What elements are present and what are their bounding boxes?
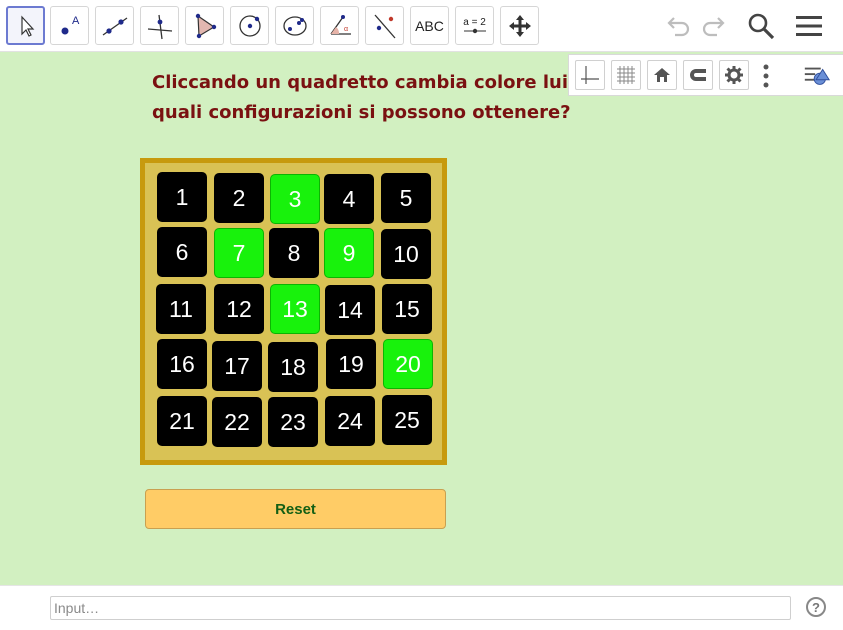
tile-22[interactable]: 22	[212, 397, 262, 447]
polygon-tool[interactable]	[185, 6, 224, 45]
angle-tool[interactable]: α	[320, 6, 359, 45]
point-tool[interactable]: A	[50, 6, 89, 45]
reset-button[interactable]: Reset	[145, 489, 446, 529]
tile-9[interactable]: 9	[324, 228, 374, 278]
input-field[interactable]: Input…	[50, 596, 791, 620]
tile-1[interactable]: 1	[157, 172, 207, 222]
slider-tool-label: a = 2	[463, 17, 486, 28]
slider-tool[interactable]: a = 2	[455, 6, 494, 45]
tile-8[interactable]: 8	[269, 228, 319, 278]
slider-icon	[463, 28, 486, 34]
point-icon: A	[61, 15, 80, 34]
help-icon[interactable]: ?	[806, 597, 826, 617]
perpendicular-line-icon	[147, 14, 172, 39]
svg-text:A: A	[72, 15, 80, 27]
axes-icon	[581, 66, 599, 84]
tile-21[interactable]: 21	[157, 396, 207, 446]
pointer-arrow-icon	[20, 14, 34, 37]
tile-12[interactable]: 12	[214, 284, 264, 334]
line-tool[interactable]	[95, 6, 134, 45]
tile-4[interactable]: 4	[324, 174, 374, 224]
tile-5[interactable]: 5	[381, 173, 431, 223]
tile-14[interactable]: 14	[325, 285, 375, 335]
input-bar: Input… ?	[0, 585, 843, 630]
tile-17[interactable]: 17	[212, 341, 262, 391]
standard-view-button[interactable]	[647, 60, 677, 90]
tile-board: 1 2 3 4 5 6 7 8 9 10 11 12 13 14 15 16 17 18 19 20 21 22 23 24 2…	[140, 158, 447, 465]
angle-icon: α	[329, 14, 351, 35]
undo-icon[interactable]	[662, 10, 694, 42]
circle-with-center-icon	[238, 14, 261, 37]
toolbar: A α ABC a = 2	[0, 0, 843, 52]
tile-13[interactable]: 13	[270, 284, 320, 334]
reflect-line-icon	[374, 14, 395, 38]
redo-icon[interactable]	[698, 10, 730, 42]
perpendicular-line-tool[interactable]	[140, 6, 179, 45]
graphics-style-bar	[568, 54, 843, 96]
tile-11[interactable]: 11	[156, 284, 206, 334]
question-line-2: quali configurazioni si possono ottenere…	[152, 102, 571, 123]
menu-icon[interactable]	[793, 10, 825, 42]
grid-icon	[617, 66, 635, 84]
tile-15[interactable]: 15	[382, 284, 432, 334]
tile-18[interactable]: 18	[268, 342, 318, 392]
grid-toggle-button[interactable]	[611, 60, 641, 90]
toggle-style-bar-icon[interactable]	[801, 60, 833, 92]
question-line-1: Cliccando un quadretto cambia colore lui…	[152, 72, 572, 93]
ellipse-icon	[282, 15, 307, 36]
text-tool-label: ABC	[415, 17, 444, 34]
tile-23[interactable]: 23	[268, 397, 318, 447]
home-icon	[654, 68, 670, 82]
circle-tool[interactable]	[230, 6, 269, 45]
axes-toggle-button[interactable]	[575, 60, 605, 90]
tile-24[interactable]: 24	[325, 396, 375, 446]
search-icon[interactable]	[745, 10, 777, 42]
reflect-tool[interactable]	[365, 6, 404, 45]
tile-10[interactable]: 10	[381, 229, 431, 279]
tile-3[interactable]: 3	[270, 174, 320, 224]
tile-16[interactable]: 16	[157, 339, 207, 389]
move-tool[interactable]	[6, 6, 45, 45]
text-tool[interactable]: ABC	[410, 6, 449, 45]
tile-7[interactable]: 7	[214, 228, 264, 278]
magnet-icon	[690, 69, 706, 81]
move-cross-arrows-icon	[508, 14, 531, 37]
question-text: Cliccando un quadretto cambia colore lui…	[152, 68, 572, 128]
tile-25[interactable]: 25	[382, 395, 432, 445]
tile-2[interactable]: 2	[214, 173, 264, 223]
line-icon	[102, 16, 127, 36]
tile-20[interactable]: 20	[383, 339, 433, 389]
polygon-icon	[195, 13, 216, 38]
move-graphics-view-tool[interactable]	[500, 6, 539, 45]
tile-6[interactable]: 6	[157, 227, 207, 277]
graphics-settings-button[interactable]	[719, 60, 749, 90]
point-capturing-button[interactable]	[683, 60, 713, 90]
tile-19[interactable]: 19	[326, 339, 376, 389]
svg-text:α: α	[344, 26, 348, 33]
more-options-icon[interactable]	[759, 61, 773, 91]
ellipse-tool[interactable]	[275, 6, 314, 45]
gear-icon	[725, 66, 743, 84]
